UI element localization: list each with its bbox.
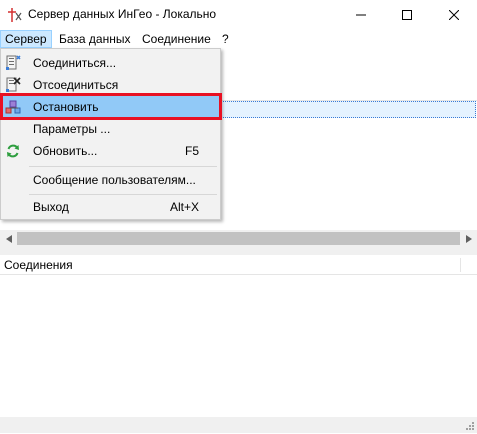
- connections-column-label[interactable]: Соединения: [4, 258, 73, 272]
- menu-server[interactable]: Сервер: [0, 30, 52, 48]
- menu-item-label: Обновить...: [33, 144, 98, 158]
- menu-item-refresh[interactable]: Обновить... F5: [3, 140, 219, 162]
- menu-item-connect[interactable]: Соединиться...: [3, 52, 219, 74]
- maximize-button[interactable]: [384, 0, 430, 30]
- scroll-left-icon[interactable]: [0, 230, 17, 247]
- close-button[interactable]: [431, 0, 477, 30]
- menu-item-shortcut: F5: [184, 144, 199, 158]
- column-separator[interactable]: [460, 258, 461, 272]
- menu-item-label: Сообщение пользователям...: [33, 173, 196, 187]
- menu-item-label: Соединиться...: [33, 56, 117, 70]
- menu-item-parameters[interactable]: Параметры ...: [3, 118, 219, 140]
- minimize-button[interactable]: [338, 0, 384, 30]
- menu-separator: [29, 194, 217, 195]
- status-bar: [0, 417, 477, 433]
- menu-database[interactable]: База данных: [54, 30, 135, 48]
- menu-item-shortcut: Alt+X: [169, 200, 199, 214]
- window-title: Сервер данных ИнГео - Локально: [28, 7, 217, 21]
- server-menu-dropdown: Соединиться... Отсоединиться Остановить …: [0, 48, 221, 220]
- connect-icon: [5, 55, 21, 71]
- menu-item-label: Выход: [33, 200, 69, 214]
- title-bar: Сервер данных ИнГео - Локально: [0, 0, 477, 30]
- horizontal-scrollbar[interactable]: [0, 230, 477, 247]
- pane-splitter[interactable]: [0, 247, 477, 255]
- connections-list[interactable]: [0, 275, 477, 417]
- menu-connection[interactable]: Соединение: [137, 30, 216, 48]
- resize-grip-icon[interactable]: [464, 420, 475, 431]
- app-icon: [7, 7, 23, 23]
- menu-item-label: Параметры ...: [33, 122, 111, 136]
- scroll-right-icon[interactable]: [460, 230, 477, 247]
- refresh-icon: [5, 143, 21, 159]
- menu-item-exit[interactable]: Выход Alt+X: [3, 196, 219, 218]
- menu-help[interactable]: ?: [217, 30, 234, 48]
- scrollbar-thumb[interactable]: [17, 232, 460, 245]
- menu-bar: Сервер База данных Соединение ?: [0, 30, 477, 48]
- connections-header: Соединения: [0, 255, 477, 275]
- highlight-annotation: [0, 93, 222, 120]
- menu-item-message-users[interactable]: Сообщение пользователям...: [3, 169, 219, 191]
- menu-separator: [29, 166, 217, 167]
- disconnect-icon: [5, 77, 21, 93]
